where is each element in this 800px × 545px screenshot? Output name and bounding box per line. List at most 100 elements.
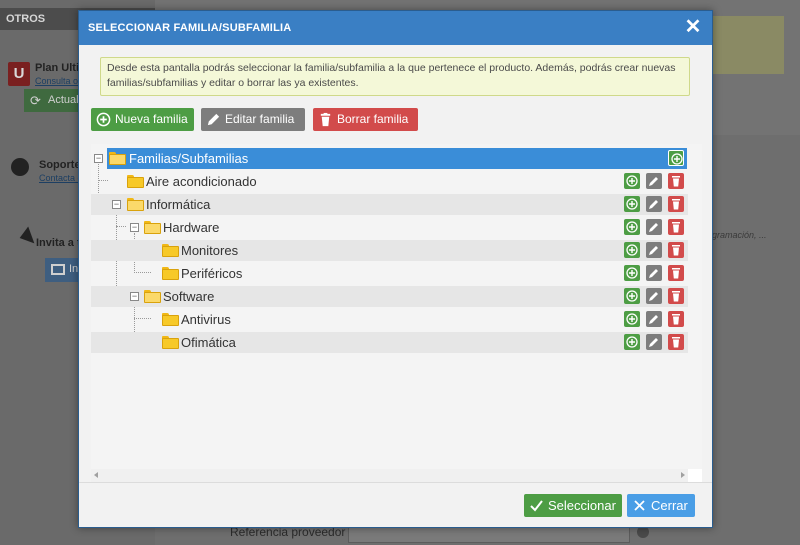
pencil-icon	[649, 338, 658, 347]
add-subfamily-button[interactable]	[624, 173, 640, 189]
plus-circle-icon	[626, 244, 638, 256]
edit-row-button[interactable]	[646, 334, 662, 350]
update-button[interactable]: ⟳ Actual	[24, 89, 79, 112]
tree-row-label: Informática	[146, 197, 211, 212]
trash-icon	[672, 314, 680, 325]
tree-row-hardware[interactable]: Hardware −	[91, 217, 688, 238]
close-icon[interactable]: ✕	[683, 17, 703, 37]
headset-icon	[11, 158, 29, 176]
plus-circle-icon	[626, 336, 638, 348]
delete-family-button[interactable]: Borrar familia	[313, 108, 418, 131]
collapse-toggle[interactable]: −	[94, 154, 103, 163]
select-button[interactable]: Seleccionar	[524, 494, 622, 517]
pencil-icon	[207, 113, 220, 126]
delete-row-button[interactable]	[668, 334, 684, 350]
scroll-right-arrow-icon[interactable]	[681, 472, 685, 478]
tree-row-label: Hardware	[163, 220, 220, 235]
tree-row-monitores[interactable]: Monitores	[91, 240, 688, 261]
plan-title: Plan Ultir	[35, 62, 84, 74]
delete-family-label: Borrar familia	[337, 112, 409, 126]
invite-title: Invita a t	[36, 237, 81, 249]
tree-row-aire-acondicionado[interactable]: Aire acondicionado	[91, 171, 688, 192]
folder-open-icon	[127, 198, 144, 211]
background-notice	[712, 16, 784, 74]
info-message: Desde esta pantalla podrás seleccionar l…	[100, 57, 690, 96]
edit-row-button[interactable]	[646, 173, 662, 189]
tree-row-label: Software	[163, 289, 215, 304]
tree-row-perifericos[interactable]: Periféricos	[91, 263, 688, 284]
delete-row-button[interactable]	[668, 219, 684, 235]
plan-logo: U	[8, 62, 30, 86]
edit-family-button[interactable]: Editar familia	[201, 108, 305, 131]
pencil-icon	[649, 177, 658, 186]
edit-row-button[interactable]	[646, 288, 662, 304]
trash-icon	[320, 112, 331, 127]
edit-row-button[interactable]	[646, 242, 662, 258]
tree-row-label: Ofimática	[181, 335, 236, 350]
modal-title: SELECCIONAR FAMILIA/SUBFAMILIA	[88, 22, 292, 34]
trash-icon	[672, 337, 680, 348]
tree-row-software[interactable]: Software −	[91, 286, 688, 307]
tree-row-ofimatica[interactable]: Ofimática	[91, 332, 688, 353]
support-link[interactable]: Contacta c	[39, 173, 82, 183]
invite-button-label: In	[69, 263, 79, 275]
tree-row-label: Periféricos	[181, 266, 243, 281]
add-subfamily-button[interactable]	[624, 219, 640, 235]
plus-circle-icon	[626, 267, 638, 279]
edit-family-label: Editar familia	[225, 112, 295, 126]
plus-circle-icon	[626, 175, 638, 187]
collapse-toggle[interactable]: −	[112, 200, 121, 209]
scroll-left-arrow-icon[interactable]	[94, 472, 98, 478]
delete-row-button[interactable]	[668, 265, 684, 281]
new-family-label: Nueva familia	[115, 112, 188, 126]
plan-link[interactable]: Consulta of	[35, 76, 81, 86]
delete-row-button[interactable]	[668, 173, 684, 189]
tree-row-label: Familias/Subfamilias	[129, 151, 249, 166]
cancel-button[interactable]: Cerrar	[627, 494, 695, 517]
pencil-icon	[649, 246, 658, 255]
tree-row-informatica[interactable]: Informática −	[91, 194, 688, 215]
pencil-icon	[649, 200, 658, 209]
folder-icon	[162, 313, 179, 326]
background-side-text: gramación, ...	[712, 230, 767, 240]
collapse-toggle[interactable]: −	[130, 292, 139, 301]
tree-row-label: Monitores	[181, 243, 239, 258]
cancel-button-label: Cerrar	[651, 498, 688, 513]
collapse-toggle[interactable]: −	[130, 223, 139, 232]
support-title: Soporte	[39, 159, 81, 171]
trash-icon	[672, 268, 680, 279]
delete-row-button[interactable]	[668, 242, 684, 258]
delete-row-button[interactable]	[668, 311, 684, 327]
delete-row-button[interactable]	[668, 196, 684, 212]
edit-row-button[interactable]	[646, 311, 662, 327]
plus-circle-icon	[626, 290, 638, 302]
plus-circle-icon	[671, 153, 683, 165]
refresh-icon: ⟳	[30, 93, 41, 108]
tree-row-familias-subfamilias[interactable]: Familias/Subfamilias	[107, 148, 687, 169]
trash-icon	[672, 222, 680, 233]
modal-header: SELECCIONAR FAMILIA/SUBFAMILIA ✕	[79, 11, 712, 45]
edit-row-button[interactable]	[646, 265, 662, 281]
select-button-label: Seleccionar	[548, 498, 616, 513]
delete-row-button[interactable]	[668, 288, 684, 304]
add-subfamily-button[interactable]	[624, 265, 640, 281]
edit-row-button[interactable]	[646, 219, 662, 235]
add-subfamily-button[interactable]	[624, 288, 640, 304]
add-subfamily-button[interactable]	[624, 334, 640, 350]
new-family-button[interactable]: Nueva familia	[91, 108, 194, 131]
add-subfamily-button[interactable]	[624, 311, 640, 327]
edit-row-button[interactable]	[646, 196, 662, 212]
folder-icon	[162, 336, 179, 349]
add-subfamily-button[interactable]	[624, 242, 640, 258]
trash-icon	[672, 291, 680, 302]
folder-open-icon	[144, 221, 161, 234]
tree-row-antivirus[interactable]: Antivirus	[91, 309, 688, 330]
pencil-icon	[649, 269, 658, 278]
add-subfamily-button[interactable]	[668, 150, 684, 166]
trash-icon	[672, 245, 680, 256]
add-subfamily-button[interactable]	[624, 196, 640, 212]
horizontal-scrollbar[interactable]	[91, 469, 688, 482]
check-icon	[530, 500, 543, 512]
folder-open-icon	[144, 290, 161, 303]
scroll-corner	[688, 469, 702, 482]
